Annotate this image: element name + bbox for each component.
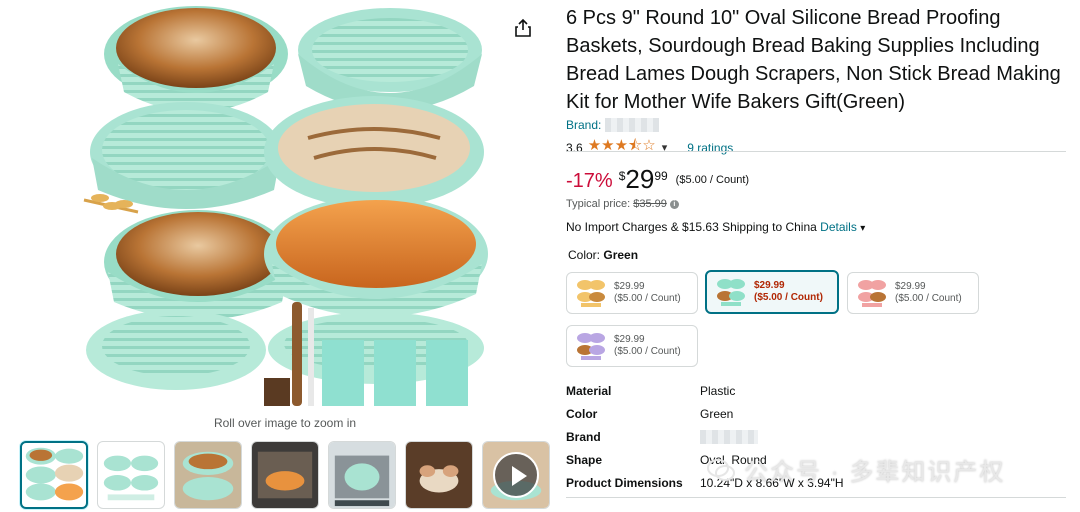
spec-key: Material — [566, 384, 612, 398]
swatch-baskets-icon — [577, 280, 605, 307]
ratings-count-link[interactable]: 9 ratings — [687, 141, 733, 155]
thumbnail-video[interactable] — [482, 441, 550, 509]
divider — [566, 497, 1066, 498]
rating-stars-icon[interactable]: ★★★⯪☆ — [588, 135, 656, 160]
spec-value: Plastic — [700, 384, 736, 398]
spec-row-color: Color Green — [566, 407, 986, 425]
spec-value: Green — [700, 407, 734, 421]
swatch-baskets-icon — [858, 280, 886, 307]
price-per-unit: ($5.00 / Count) — [675, 174, 750, 186]
spec-key: Brand — [566, 430, 601, 444]
watermark-text: 公众号 · 多辈知识产权 — [744, 459, 1006, 486]
swatch-unit-price: ($5.00 / Count) — [614, 293, 681, 304]
spec-row-material: Material Plastic — [566, 384, 986, 402]
rating-value: 3.6 — [566, 140, 583, 155]
spec-key: Shape — [566, 453, 603, 467]
brand-row: Brand: — [566, 118, 660, 132]
rating-row: 3.6 ★★★⯪☆ ▾ 9 ratings — [566, 135, 733, 160]
spec-key: Color — [566, 407, 598, 421]
swatch-price: $29.99 — [614, 334, 645, 345]
shipping-text: No Import Charges & $15.63 Shipping to C… — [566, 220, 817, 234]
spec-row-brand: Brand — [566, 430, 986, 448]
shipping-details-link[interactable]: Details — [820, 220, 857, 234]
price-currency: $ — [618, 169, 626, 183]
swatch-price: $29.99 — [754, 280, 785, 291]
color-value: Green — [603, 248, 639, 262]
share-icon[interactable] — [513, 18, 533, 38]
zoom-hint: Roll over image to zoom in — [213, 416, 357, 430]
swatch-price: $29.99 — [614, 281, 645, 292]
price-whole: 29 — [625, 164, 655, 194]
color-swatch-pink[interactable]: $29.99 ($5.00 / Count) — [847, 272, 979, 314]
color-selector-label: Color: Green — [568, 248, 638, 262]
color-swatch-purple[interactable]: $29.99 ($5.00 / Count) — [566, 325, 698, 367]
swatch-baskets-icon — [717, 279, 745, 306]
info-icon[interactable]: i — [669, 199, 679, 209]
chevron-down-icon[interactable]: ▾ — [662, 141, 668, 154]
thumbnail-strip — [20, 441, 550, 509]
swatch-unit-price: ($5.00 / Count) — [895, 293, 962, 304]
typical-price-label: Typical price: — [566, 198, 631, 210]
color-swatch-green[interactable]: $29.99 ($5.00 / Count) — [705, 270, 839, 314]
swatch-unit-price: ($5.00 / Count) — [754, 292, 823, 303]
typical-price-row: Typical price: $35.99 i — [566, 198, 679, 210]
watermark: 公众号 · 多辈知识产权 — [706, 452, 1005, 487]
swatch-unit-price: ($5.00 / Count) — [614, 346, 681, 357]
price-fraction: 99 — [654, 169, 668, 183]
brand-label: Brand: — [566, 118, 602, 132]
thumbnail-dishwasher-safe[interactable] — [328, 441, 396, 509]
thumbnail-product-size-chart[interactable] — [97, 441, 165, 509]
main-product-image[interactable] — [78, 2, 490, 408]
chevron-down-icon[interactable]: ▾ — [860, 223, 865, 234]
swatch-baskets-icon — [577, 333, 605, 360]
wechat-logo-icon — [707, 458, 735, 481]
color-label: Color: — [568, 248, 601, 262]
thumbnail-bread-baskets-set[interactable] — [20, 441, 88, 509]
discount-percent: -17% — [566, 170, 613, 192]
spec-value-redacted — [700, 430, 758, 444]
thumbnail-hands-kneading[interactable] — [405, 441, 473, 509]
divider — [566, 151, 1066, 152]
typical-price-value: $35.99 — [633, 198, 667, 210]
thumbnail-bread-in-basket[interactable] — [174, 441, 242, 509]
price-block: -17% $ 29 99 ($5.00 / Count) — [566, 164, 749, 194]
swatch-price: $29.99 — [895, 281, 926, 292]
color-swatch-yellow[interactable]: $29.99 ($5.00 / Count) — [566, 272, 698, 314]
brand-redacted[interactable] — [605, 118, 660, 132]
product-title: 6 Pcs 9" Round 10" Oval Silicone Bread P… — [566, 7, 1061, 113]
spec-key: Product Dimensions — [566, 476, 683, 490]
thumbnail-oven-baking[interactable] — [251, 441, 319, 509]
shipping-info: No Import Charges & $15.63 Shipping to C… — [566, 220, 865, 234]
video-play-icon[interactable] — [493, 452, 539, 498]
